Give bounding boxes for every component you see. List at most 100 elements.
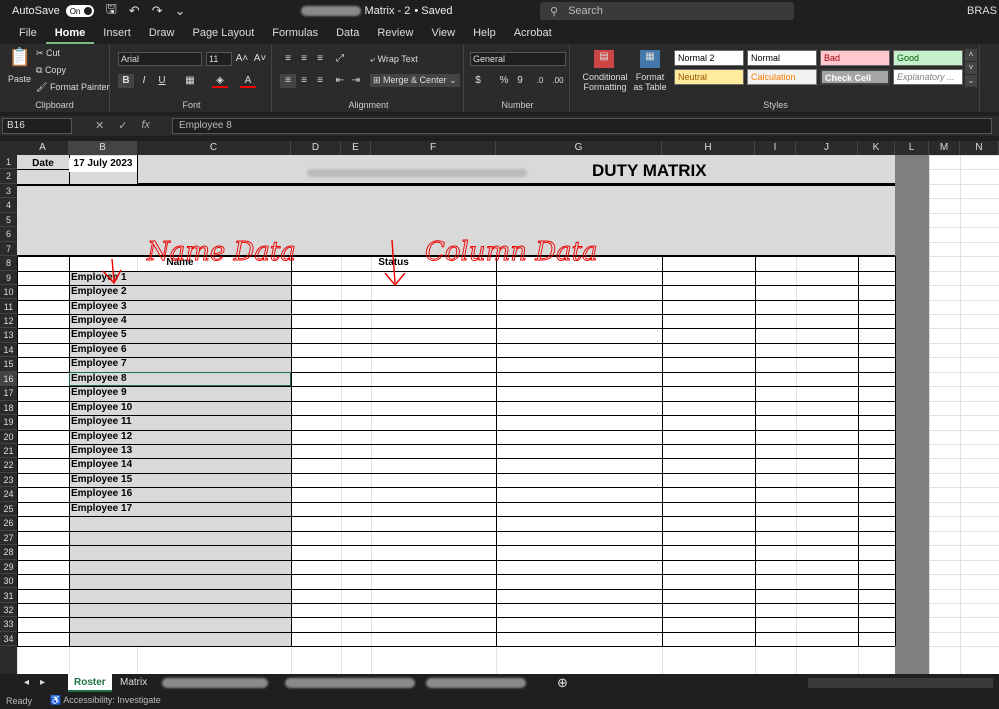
row-header[interactable]: 13 [0,328,17,343]
underline-button[interactable]: U [154,74,170,88]
redacted-sheet-tab[interactable] [426,678,526,688]
column-header-a[interactable]: A [17,141,69,155]
row-header[interactable]: 25 [0,502,17,517]
row-header[interactable]: 5 [0,213,17,228]
style-explanatory[interactable]: Explanatory ... [893,69,963,85]
redacted-sheet-tab[interactable] [285,678,415,688]
align-bottom-icon[interactable]: ≡ [312,52,328,66]
accessibility-status[interactable]: ♿ Accessibility: Investigate [50,695,161,706]
fill-color-icon[interactable]: ◈ [212,74,228,88]
tab-acrobat[interactable]: Acrobat [505,22,561,44]
tab-help[interactable]: Help [464,22,505,44]
decrease-font-icon[interactable]: A˅ [252,52,268,66]
column-header-n[interactable]: N [960,141,999,155]
tab-review[interactable]: Review [368,22,422,44]
sheet-tab-matrix[interactable]: Matrix [114,674,153,692]
styles-more-icon[interactable]: ⌄ [965,75,977,87]
column-header-l[interactable]: L [895,141,929,155]
row-header[interactable]: 2 [0,169,17,184]
orientation-icon[interactable]: ⤢ [332,52,348,66]
saved-status[interactable]: • Saved [414,5,452,17]
add-sheet-icon[interactable]: ⊕ [551,674,574,692]
row-header[interactable]: 22 [0,458,17,473]
column-header-i[interactable]: I [755,141,796,155]
row-header[interactable]: 34 [0,632,17,647]
column-header-k[interactable]: K [858,141,895,155]
redacted-sheet-tab[interactable] [162,678,268,688]
row-header[interactable]: 8 [0,256,17,271]
increase-indent-icon[interactable]: ⇥ [348,74,364,88]
column-header-e[interactable]: E [341,141,371,155]
row-header[interactable]: 24 [0,487,17,502]
row-header[interactable]: 19 [0,415,17,430]
employee-name-cell[interactable]: Employee 15 [71,474,132,485]
row-header[interactable]: 31 [0,589,17,603]
cut-button[interactable]: ✂ Cut [36,48,60,59]
column-header-m[interactable]: M [929,141,960,155]
user-name[interactable]: BRAS [967,5,997,17]
horizontal-scrollbar[interactable] [808,678,993,688]
date-value[interactable]: 17 July 2023 [69,158,137,173]
employee-name-cell[interactable]: Employee 9 [71,387,127,398]
decrease-indent-icon[interactable]: ⇤ [332,74,348,88]
align-right-icon[interactable]: ≡ [312,74,328,88]
name-box[interactable]: B16 [2,118,72,134]
employee-name-cell[interactable]: Employee 2 [71,286,127,297]
align-middle-icon[interactable]: ≡ [296,52,312,66]
employee-name-cell[interactable]: Employee 17 [71,503,132,514]
row-header[interactable]: 6 [0,227,17,242]
employee-name-cell[interactable]: Employee 1 [71,272,127,283]
row-header[interactable]: 15 [0,357,17,372]
row-header[interactable]: 26 [0,516,17,531]
wrap-text-button[interactable]: ⤶ Wrap Text [370,54,418,65]
employee-name-cell[interactable]: Employee 16 [71,488,132,499]
employee-name-cell[interactable]: Employee 10 [71,402,132,413]
employee-name-cell[interactable]: Employee 11 [71,416,132,427]
selected-cell-b16[interactable] [69,371,291,387]
row-header[interactable]: 23 [0,473,17,488]
merge-center-button[interactable]: ⊞ Merge & Center ⌄ [370,74,460,87]
font-size-combo[interactable]: 11 [206,52,232,66]
style-check-cell[interactable]: Check Cell [820,69,890,85]
tab-page-layout[interactable]: Page Layout [183,22,263,44]
row-header[interactable]: 20 [0,430,17,444]
employee-name-cell[interactable]: Employee 5 [71,329,127,340]
employee-name-cell[interactable]: Employee 12 [71,431,132,442]
borders-icon[interactable]: ▦ [182,74,198,88]
prev-sheet-icon[interactable]: ◂ [18,674,35,692]
tab-formulas[interactable]: Formulas [263,22,327,44]
formula-input[interactable]: Employee 8 [172,118,992,134]
enter-icon[interactable]: ✓ [118,119,127,132]
tab-home[interactable]: Home [45,22,95,44]
row-header[interactable]: 14 [0,343,17,358]
row-header[interactable]: 27 [0,531,17,546]
number-format-combo[interactable]: General [470,52,566,66]
customize-qat-icon[interactable]: ⌄ [175,3,186,19]
row-header[interactable]: 3 [0,184,17,199]
increase-decimal-icon[interactable]: .0 [532,74,548,88]
undo-icon[interactable]: ↶ [129,3,140,19]
row-header[interactable]: 11 [0,300,17,314]
row-header[interactable]: 16 [0,371,17,387]
align-top-icon[interactable]: ≡ [280,52,296,66]
row-header[interactable]: 9 [0,271,17,286]
style-normal-2[interactable]: Normal 2 [674,50,744,66]
font-name-combo[interactable]: Arial [118,52,202,66]
worksheet-grid[interactable]: ABCDEFGHIJKLMN 1 2 3 4 5 6 7 8 9 10 11 12 13 14 15 16 17… [0,141,999,674]
style-bad[interactable]: Bad [820,50,890,66]
fx-icon[interactable]: fx [141,119,150,132]
autosave-toggle[interactable]: On [65,5,94,17]
row-header[interactable]: 28 [0,545,17,560]
search-box[interactable]: ⚲ Search [540,2,794,20]
row-header[interactable]: 30 [0,574,17,589]
cells-area[interactable]: Date 17 July 2023 DUTY MATRIX Name Status Emp… [17,155,999,674]
percent-button[interactable]: % [496,74,512,88]
row-header[interactable]: 17 [0,386,17,401]
format-painter-button[interactable]: 🖌 Format Painter [36,82,109,93]
column-header-f[interactable]: F [371,141,496,155]
employee-name-cell[interactable]: Employee 13 [71,445,132,456]
row-header[interactable]: 1 [0,155,17,170]
row-header[interactable]: 18 [0,401,17,416]
format-as-table-button[interactable]: Format as Table [630,72,670,92]
column-header-j[interactable]: J [796,141,858,155]
